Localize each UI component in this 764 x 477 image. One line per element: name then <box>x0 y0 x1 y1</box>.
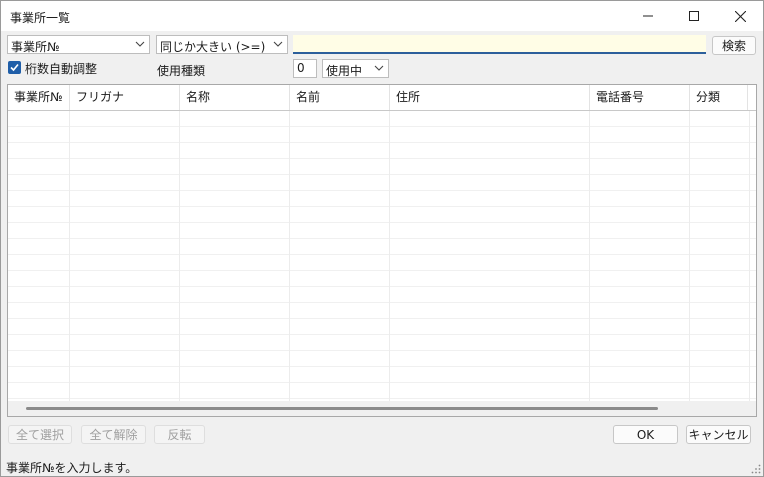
grid-header: 事業所№ フリガナ 名称 名前 住所 電話番号 分類 <box>8 85 756 110</box>
table-row[interactable] <box>8 175 756 191</box>
table-row[interactable] <box>8 351 756 367</box>
column-divider <box>289 111 290 401</box>
table-row[interactable] <box>8 255 756 271</box>
column-divider <box>389 111 390 401</box>
table-row[interactable] <box>8 111 756 127</box>
column-divider <box>589 111 590 401</box>
column-header-category[interactable]: 分類 <box>690 85 748 110</box>
minimize-icon <box>643 15 653 17</box>
column-header-person-name[interactable]: 名前 <box>290 85 390 110</box>
auto-digits-label[interactable]: 桁数自動調整 <box>25 60 97 77</box>
cancel-button[interactable]: キャンセル <box>686 425 751 444</box>
usage-type-select[interactable]: 使用中 <box>322 59 389 78</box>
table-row[interactable] <box>8 159 756 175</box>
table-row[interactable] <box>8 239 756 255</box>
search-condition-value: 同じか大きい (>=) <box>160 40 266 54</box>
table-row[interactable] <box>8 383 756 399</box>
check-icon <box>10 63 19 72</box>
search-input[interactable] <box>293 35 706 54</box>
search-field-value: 事業所№ <box>11 40 60 54</box>
ok-button[interactable]: OK <box>613 425 678 444</box>
column-divider <box>69 111 70 401</box>
resize-grip-icon[interactable] <box>751 464 761 474</box>
usage-type-code-input[interactable]: 0 <box>293 59 317 78</box>
chevron-down-icon <box>374 65 384 71</box>
close-button[interactable] <box>717 1 763 31</box>
status-bar: 事業所№を入力します。 <box>1 456 763 476</box>
column-divider <box>179 111 180 401</box>
table-row[interactable] <box>8 287 756 303</box>
column-divider <box>689 111 690 401</box>
close-icon <box>734 10 746 22</box>
table-row[interactable] <box>8 319 756 335</box>
table-row[interactable] <box>8 191 756 207</box>
auto-digits-checkbox[interactable] <box>8 61 21 74</box>
table-row[interactable] <box>8 335 756 351</box>
table-row[interactable] <box>8 143 756 159</box>
maximize-icon <box>689 11 699 21</box>
horizontal-scrollbar[interactable] <box>8 401 756 416</box>
usage-type-label: 使用種類 <box>157 64 206 78</box>
minimize-button[interactable] <box>625 1 671 31</box>
scrollbar-thumb[interactable] <box>26 407 658 410</box>
chevron-down-icon <box>273 41 283 47</box>
select-all-button[interactable]: 全て選択 <box>8 425 72 444</box>
column-header-name[interactable]: 名称 <box>180 85 290 110</box>
title-bar: 事業所一覧 <box>1 1 763 31</box>
grid-body <box>8 111 756 401</box>
dialog-window: 事業所一覧 事業所№ 同じか大きい (>=) 検索 桁数自動調整 使用種類 0 … <box>0 0 764 477</box>
column-header-address[interactable]: 住所 <box>390 85 590 110</box>
search-condition-select[interactable]: 同じか大きい (>=) <box>156 35 288 54</box>
table-row[interactable] <box>8 303 756 319</box>
column-header-office-no[interactable]: 事業所№ <box>8 85 70 110</box>
window-title: 事業所一覧 <box>10 11 71 25</box>
column-header-furigana[interactable]: フリガナ <box>70 85 180 110</box>
column-divider <box>749 111 750 401</box>
maximize-button[interactable] <box>671 1 717 31</box>
search-button[interactable]: 検索 <box>712 36 756 55</box>
search-field-select[interactable]: 事業所№ <box>7 35 150 54</box>
deselect-all-button[interactable]: 全て解除 <box>81 425 146 444</box>
table-row[interactable] <box>8 271 756 287</box>
table-row[interactable] <box>8 367 756 383</box>
invert-selection-button[interactable]: 反転 <box>154 425 205 444</box>
column-header-phone[interactable]: 電話番号 <box>590 85 690 110</box>
table-row[interactable] <box>8 223 756 239</box>
office-list-grid[interactable]: 事業所№ フリガナ 名称 名前 住所 電話番号 分類 <box>7 84 757 417</box>
table-row[interactable] <box>8 207 756 223</box>
chevron-down-icon <box>135 41 145 47</box>
status-message: 事業所№を入力します。 <box>6 461 138 475</box>
usage-type-value: 使用中 <box>326 64 363 78</box>
table-row[interactable] <box>8 127 756 143</box>
